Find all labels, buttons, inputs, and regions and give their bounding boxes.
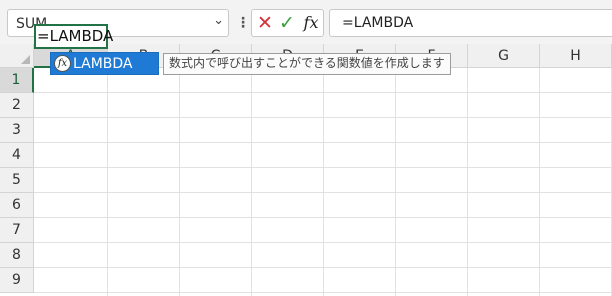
row-gridline bbox=[34, 217, 612, 218]
row-gridline bbox=[34, 167, 612, 168]
row-gridline bbox=[34, 267, 612, 268]
row-gridline bbox=[34, 142, 612, 143]
row-gridline bbox=[34, 92, 612, 93]
column-gridline bbox=[467, 68, 468, 296]
formula-text: =LAMBDA bbox=[342, 15, 414, 31]
row-gridline bbox=[34, 117, 612, 118]
chevron-down-icon[interactable]: ⌄ bbox=[213, 13, 224, 28]
more-options-icon[interactable]: ⋮ bbox=[236, 14, 250, 32]
row-header-2[interactable]: 2 bbox=[0, 93, 34, 118]
autocomplete-item-lambda[interactable]: fx LAMBDA bbox=[50, 52, 159, 75]
cancel-icon[interactable]: ✕ bbox=[254, 12, 276, 34]
insert-function-icon[interactable]: fx bbox=[300, 12, 322, 34]
column-header-h[interactable]: H bbox=[540, 44, 612, 68]
active-cell-text: =LAMBDA bbox=[37, 27, 114, 45]
row-header-4[interactable]: 4 bbox=[0, 143, 34, 168]
row-header-9[interactable]: 9 bbox=[0, 268, 34, 293]
column-header-g[interactable]: G bbox=[468, 44, 540, 68]
column-gridline bbox=[539, 68, 540, 296]
column-gridline bbox=[179, 68, 180, 296]
function-tooltip: 数式内で呼び出すことができる関数値を作成します bbox=[163, 53, 451, 75]
select-all-icon bbox=[21, 55, 30, 64]
column-gridline bbox=[323, 68, 324, 296]
spreadsheet-grid[interactable]: ABCDEFGH123456789 bbox=[0, 44, 612, 296]
row-header-7[interactable]: 7 bbox=[0, 218, 34, 243]
formula-buttons: ✕ ✓ fx bbox=[251, 9, 324, 37]
column-gridline bbox=[251, 68, 252, 296]
row-header-3[interactable]: 3 bbox=[0, 118, 34, 143]
column-gridline bbox=[395, 68, 396, 296]
row-header-8[interactable]: 8 bbox=[0, 243, 34, 268]
row-header-5[interactable]: 5 bbox=[0, 168, 34, 193]
formula-input[interactable]: =LAMBDA bbox=[329, 9, 612, 37]
enter-icon[interactable]: ✓ bbox=[276, 12, 298, 34]
row-header-6[interactable]: 6 bbox=[0, 193, 34, 218]
function-icon: fx bbox=[54, 55, 71, 72]
autocomplete-item-label: LAMBDA bbox=[73, 56, 133, 72]
row-header-1[interactable]: 1 bbox=[0, 68, 34, 93]
row-gridline bbox=[34, 192, 612, 193]
select-all-button[interactable] bbox=[0, 44, 34, 68]
row-gridline bbox=[34, 242, 612, 243]
row-gridline bbox=[34, 292, 612, 293]
column-gridline bbox=[107, 68, 108, 296]
